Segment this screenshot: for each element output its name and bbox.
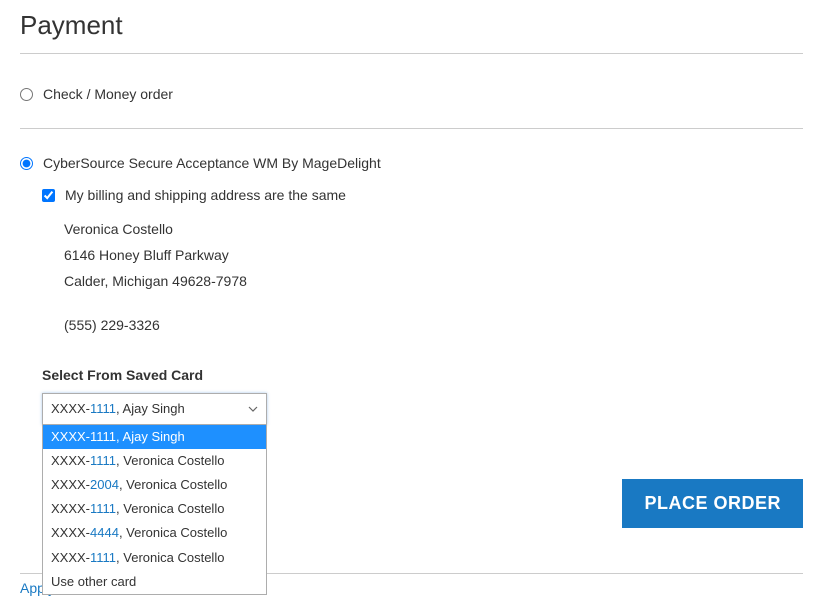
saved-card-option-digits: 1111 [90, 453, 116, 468]
saved-card-option[interactable]: XXXX-1111, Veronica Costello [43, 449, 266, 473]
saved-card-option-masked: XXXX- [51, 501, 90, 516]
billing-address: Veronica Costello 6146 Honey Bluff Parkw… [42, 217, 803, 339]
billing-city-region-postal: Calder, Michigan 49628-7978 [64, 269, 803, 295]
saved-card-label: Select From Saved Card [42, 367, 803, 383]
saved-card-option-masked: XXXX- [51, 453, 90, 468]
saved-card-dropdown: XXXX-1111, Ajay SinghXXXX-1111, Veronica… [42, 425, 267, 595]
saved-card-option-holder: , Veronica Costello [119, 525, 227, 540]
saved-card-option-holder: , Ajay Singh [116, 429, 185, 444]
saved-card-option-digits: 2004 [90, 477, 119, 492]
saved-card-option-holder: Use other card [51, 574, 136, 589]
saved-card-option[interactable]: XXXX-4444, Veronica Costello [43, 521, 266, 545]
saved-card-option-masked: XXXX- [51, 525, 90, 540]
billing-street: 6146 Honey Bluff Parkway [64, 243, 803, 269]
place-order-button[interactable]: PLACE ORDER [622, 479, 803, 528]
saved-card-option[interactable]: Use other card [43, 570, 266, 594]
saved-card-selected-masked: XXXX- [51, 401, 90, 416]
payment-method-check: Check / Money order [20, 78, 803, 110]
saved-card-option-holder: , Veronica Costello [116, 453, 224, 468]
saved-card-option-masked: XXXX- [51, 550, 90, 565]
same-address-row[interactable]: My billing and shipping address are the … [42, 187, 803, 203]
saved-card-option[interactable]: XXXX-2004, Veronica Costello [43, 473, 266, 497]
saved-card-option[interactable]: XXXX-1111, Ajay Singh [43, 425, 266, 449]
payment-method-check-radio[interactable] [20, 88, 33, 101]
same-address-checkbox[interactable] [42, 189, 55, 202]
saved-card-option[interactable]: XXXX-1111, Veronica Costello [43, 546, 266, 570]
billing-name: Veronica Costello [64, 217, 803, 243]
payment-method-check-row[interactable]: Check / Money order [20, 86, 803, 102]
title-separator [20, 53, 803, 54]
saved-card-option-masked: XXXX- [51, 429, 90, 444]
payment-method-check-label: Check / Money order [43, 86, 173, 102]
saved-card-option[interactable]: XXXX-1111, Veronica Costello [43, 497, 266, 521]
saved-card-selected-digits: 1111 [90, 401, 116, 416]
saved-card-select[interactable]: XXXX-1111, Ajay Singh [42, 393, 267, 425]
method-separator [20, 128, 803, 129]
payment-method-cybersource-radio[interactable] [20, 157, 33, 170]
saved-card-option-digits: 1111 [90, 429, 116, 444]
saved-card-option-digits: 1111 [90, 501, 116, 516]
actions-bar: PLACE ORDER [622, 479, 803, 528]
saved-card-selected-holder: , Ajay Singh [116, 401, 185, 416]
saved-card-selected-text: XXXX-1111, Ajay Singh [51, 401, 185, 416]
chevron-down-icon [248, 404, 258, 414]
same-address-label: My billing and shipping address are the … [65, 187, 346, 203]
payment-method-cybersource-label: CyberSource Secure Acceptance WM By Mage… [43, 155, 381, 171]
cybersource-body: My billing and shipping address are the … [20, 187, 803, 425]
saved-card-option-digits: 4444 [90, 525, 119, 540]
page-title: Payment [20, 10, 803, 41]
saved-card-option-masked: XXXX- [51, 477, 90, 492]
saved-card-option-digits: 1111 [90, 550, 116, 565]
saved-card-option-holder: , Veronica Costello [119, 477, 227, 492]
billing-phone: (555) 229-3326 [64, 313, 803, 339]
saved-card-option-holder: , Veronica Costello [116, 501, 224, 516]
payment-method-cybersource: CyberSource Secure Acceptance WM By Mage… [20, 147, 803, 433]
payment-method-cybersource-row[interactable]: CyberSource Secure Acceptance WM By Mage… [20, 155, 803, 171]
saved-card-option-holder: , Veronica Costello [116, 550, 224, 565]
saved-card-select-wrap: XXXX-1111, Ajay Singh XXXX-1111, Ajay Si… [42, 393, 267, 425]
